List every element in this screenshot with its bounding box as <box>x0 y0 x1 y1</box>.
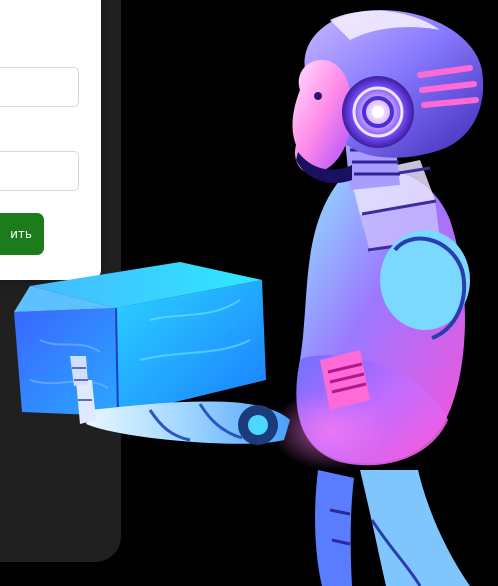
robot-leg-back <box>315 470 354 586</box>
robot-illustration <box>14 10 484 586</box>
page: ить <box>0 0 498 586</box>
box-front <box>14 308 118 416</box>
box <box>14 262 266 417</box>
